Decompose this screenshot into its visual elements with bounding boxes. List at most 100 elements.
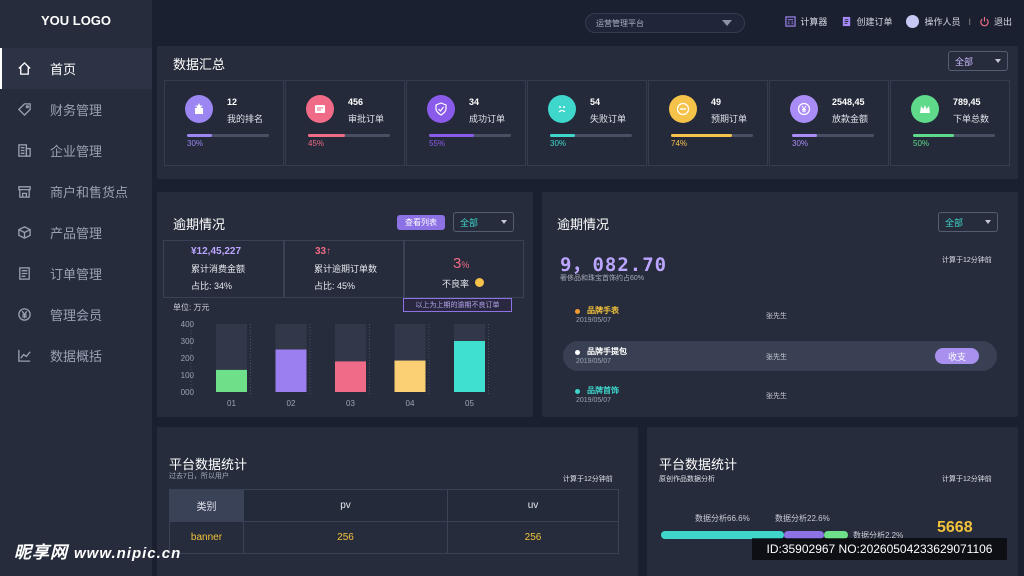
segment-label: 数据分析66.6%	[695, 514, 750, 523]
avatar	[906, 15, 920, 28]
y-tick-label: 400	[181, 320, 195, 329]
home-icon	[16, 61, 32, 77]
bar[interactable]	[216, 369, 247, 392]
platform-stats-right-subtitle: 原创作品数据分析	[659, 476, 715, 483]
timeline-title: 品牌手提包	[587, 347, 627, 356]
platform-stats-left-calc-note: 计算于12分钟前	[563, 476, 613, 483]
overdue-calc-note: 计算于12分钟前	[942, 257, 992, 264]
stat-progress-bar	[792, 134, 874, 137]
ranking-icon	[185, 95, 213, 123]
table-header: pv	[243, 489, 448, 522]
chart-unit-label: 单位: 万元	[173, 303, 210, 312]
box-icon	[16, 225, 32, 241]
x-tick-label: 03	[346, 399, 355, 408]
stat-value: 34	[469, 97, 480, 107]
sidebar: YOU LOGO 首页 财务管理 企业管理 商户和售货点 产品管理 订单管理 管…	[0, 0, 152, 576]
sidebar-item-label: 数据概括	[50, 349, 103, 364]
metric-consumption-ratio: 占比: 34%	[191, 281, 233, 291]
building-icon	[16, 143, 32, 159]
stat-progress-fill	[429, 134, 475, 137]
sidebar-item-label: 首页	[50, 62, 77, 77]
stat-card[interactable]: 12 我的排名 30%	[164, 80, 284, 166]
stat-card[interactable]: 34 成功订单 55%	[406, 80, 526, 166]
bad-rate-tooltip: 以上为上期的逾期不良订单	[403, 298, 512, 312]
metric-overdue-orders-label: 累计逾期订单数	[314, 264, 378, 274]
stat-percent: 30%	[792, 139, 809, 148]
sidebar-item-enterprise[interactable]: 企业管理	[0, 130, 152, 171]
logout-button[interactable]: 退出	[979, 15, 1012, 28]
stat-value: 12	[227, 97, 238, 107]
view-list-button[interactable]: 查看列表	[397, 215, 445, 230]
x-tick-label: 02	[287, 399, 296, 408]
calculator-button[interactable]: 计算器	[785, 15, 827, 28]
watermark-id: ID:35902967 NO:20260504233629071106	[752, 538, 1007, 560]
minus-circle-icon	[475, 278, 484, 287]
chevron-down-icon	[501, 220, 507, 224]
stat-progress-fill	[671, 134, 732, 137]
collapse-button[interactable]: 收支	[935, 348, 979, 364]
stat-label: 预期订单	[711, 114, 748, 124]
bar[interactable]	[394, 360, 426, 392]
platform-select-value: 运营管理平台	[596, 18, 644, 28]
y-tick-label: 100	[181, 371, 195, 380]
logout-label: 退出	[993, 17, 1012, 27]
sidebar-item-data-overview[interactable]: 数据概括	[0, 335, 152, 376]
line-chart-icon	[16, 348, 32, 364]
watermark-brand: 昵享网	[14, 543, 68, 562]
stat-progress-bar	[429, 134, 511, 137]
stat-percent: 45%	[308, 139, 325, 148]
bar[interactable]	[275, 349, 307, 393]
yen-coin-icon	[790, 95, 818, 123]
sidebar-item-members[interactable]: 管理会员	[0, 294, 152, 335]
bar[interactable]	[335, 361, 366, 392]
table-header-row: 类别 pv uv	[169, 489, 619, 522]
sidebar-item-products[interactable]: 产品管理	[0, 212, 152, 253]
chevron-down-icon	[722, 20, 732, 26]
order-icon	[841, 16, 852, 27]
stat-card[interactable]: 54 失败订单 30%	[527, 80, 647, 166]
watermark-logo: 昵享网 www.nipic.cn	[14, 538, 181, 563]
sidebar-item-label: 产品管理	[50, 226, 103, 241]
timeline-date: 2019/05/07	[576, 317, 612, 324]
metric-overdue-orders-value: 33↑	[315, 246, 332, 257]
timeline-item[interactable]: 品牌手表 2019/05/07 张先生	[563, 300, 997, 330]
metric-bad-rate: 3% 不良率	[404, 240, 524, 298]
sidebar-item-merchants[interactable]: 商户和售货点	[0, 171, 152, 212]
sidebar-item-label: 管理会员	[50, 308, 103, 323]
create-order-button[interactable]: 创建订单	[841, 15, 892, 28]
timeline-user: 张先生	[766, 354, 787, 361]
stat-label: 审批订单	[348, 114, 385, 124]
sidebar-item-finance[interactable]: 财务管理	[0, 89, 152, 130]
bar[interactable]	[454, 341, 485, 392]
platform-stats-right-title: 平台数据统计	[659, 457, 738, 472]
stat-card[interactable]: 2548,45 放款金额 30%	[769, 80, 889, 166]
stat-card[interactable]: 789,45 下单总数 50%	[890, 80, 1010, 166]
operator-menu[interactable]: 操作人员 I	[906, 15, 971, 28]
timeline-item[interactable]: 品牌首饰 2019/05/07 张先生	[563, 380, 997, 410]
stat-progress-bar	[308, 134, 390, 137]
timeline-title: 品牌首饰	[587, 386, 619, 395]
stat-card[interactable]: 49 预期订单 74%	[648, 80, 768, 166]
divider: I	[968, 16, 971, 27]
stat-label: 失败订单	[590, 114, 627, 124]
metric-consumption-value: ¥12,45,227	[191, 246, 242, 257]
platform-select[interactable]: 运营管理平台	[585, 13, 745, 33]
sidebar-item-orders[interactable]: 订单管理	[0, 253, 152, 294]
yen-icon	[16, 307, 32, 323]
platform-stats-table: 类别 pv uv banner 256 256	[169, 489, 619, 554]
summary-title: 数据汇总	[173, 57, 226, 72]
summary-filter-select[interactable]: 全部	[948, 51, 1008, 71]
stat-percent: 50%	[913, 139, 930, 148]
timeline-item[interactable]: 品牌手提包 2019/05/07 张先生 收支	[563, 341, 997, 371]
overdue-right-filter-select[interactable]: 全部	[938, 212, 998, 232]
table-row: banner 256 256	[169, 521, 619, 554]
stat-card[interactable]: 456 审批订单 45%	[285, 80, 405, 166]
summary-filter-value: 全部	[955, 56, 974, 67]
table-cell: 256	[243, 521, 448, 554]
stat-value: 54	[590, 97, 601, 107]
sidebar-item-home[interactable]: 首页	[0, 48, 152, 89]
stat-progress-fill	[792, 134, 817, 137]
sidebar-item-label: 订单管理	[50, 267, 103, 282]
timeline-date: 2019/05/07	[576, 397, 612, 404]
overdue-left-filter-select[interactable]: 全部	[453, 212, 514, 232]
